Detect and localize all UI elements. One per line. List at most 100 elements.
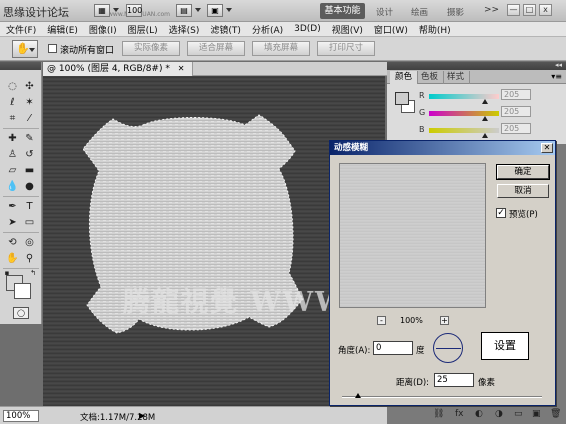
screen-mode-icon[interactable]: ▣ — [207, 4, 223, 17]
maximize-button[interactable]: □ — [523, 4, 536, 16]
quick-mask-icon[interactable]: ◯ — [13, 307, 29, 319]
zoom-level-field[interactable]: 100% — [3, 410, 39, 422]
tab-swatches[interactable]: 色板 — [416, 71, 445, 84]
dialog-title-bar[interactable]: 动感模糊 ✕ — [330, 141, 555, 155]
zoom-tool-icon[interactable]: ⚲ — [22, 252, 37, 265]
close-button[interactable]: x — [539, 4, 552, 16]
fill-screen-button[interactable]: 填充屏幕 — [252, 41, 310, 56]
eraser-tool-icon[interactable]: ▱ — [5, 164, 20, 177]
chevron-down-icon[interactable] — [195, 8, 201, 12]
distance-slider-thumb[interactable] — [355, 393, 361, 398]
panel-dock-header[interactable]: ◂◂ — [387, 61, 566, 70]
zoom-out-button[interactable]: - — [377, 316, 386, 325]
menu-window[interactable]: 窗口(W) — [374, 23, 408, 36]
close-icon[interactable]: ✕ — [178, 64, 185, 73]
channel-g-value[interactable]: 205 — [501, 106, 531, 117]
trash-icon[interactable]: 🗑 — [550, 409, 561, 419]
marquee-tool-icon[interactable]: ◌ — [5, 80, 20, 93]
panel-menu-icon[interactable]: ▾≡ — [551, 72, 562, 81]
channel-r-value[interactable]: 205 — [501, 89, 531, 100]
ok-button[interactable]: 确定 — [496, 164, 550, 180]
hand-tool-icon[interactable]: ✋ — [5, 252, 20, 265]
shape-tool-icon[interactable]: ▭ — [22, 216, 37, 229]
folder-icon[interactable]: ▭ — [514, 409, 523, 419]
menu-filter[interactable]: 滤镜(T) — [210, 23, 241, 36]
magic-wand-tool-icon[interactable]: ✶ — [22, 96, 37, 109]
zoom-level-icon[interactable]: 100 — [126, 4, 142, 17]
blur-tool-icon[interactable]: 💧 — [5, 180, 20, 193]
swap-colors-icon[interactable]: ↰ — [28, 267, 38, 280]
path-selection-tool-icon[interactable]: ➤ — [5, 216, 20, 229]
new-layer-icon[interactable]: ▣ — [532, 409, 541, 419]
preview-checkbox[interactable]: ✓ — [496, 208, 506, 218]
workspace-essentials-button[interactable]: 基本功能 — [320, 3, 365, 19]
workspace-painting-button[interactable]: 绘画 — [411, 6, 428, 18]
channel-g-thumb[interactable] — [482, 116, 488, 121]
cancel-button[interactable]: 取消 — [497, 184, 549, 198]
gradient-tool-icon[interactable]: ▬ — [22, 164, 37, 177]
3d-orbit-tool-icon[interactable]: ◎ — [22, 236, 37, 249]
mask-icon[interactable]: ◐ — [475, 409, 483, 419]
history-brush-tool-icon[interactable]: ↺ — [22, 148, 37, 161]
actual-pixels-button[interactable]: 实际像素 — [122, 41, 180, 56]
distance-input[interactable]: 25 — [434, 373, 474, 387]
link-icon[interactable]: ⛓ — [433, 409, 444, 419]
arrange-documents-icon[interactable]: ▤ — [176, 4, 192, 17]
tools-panel-header[interactable] — [0, 62, 41, 70]
menu-edit[interactable]: 编辑(E) — [47, 23, 78, 36]
workspace-more-button[interactable]: >> — [484, 5, 499, 15]
crop-tool-icon[interactable]: ⌗ — [5, 112, 20, 125]
menu-file[interactable]: 文件(F) — [6, 23, 36, 36]
print-size-button[interactable]: 打印尺寸 — [317, 41, 375, 56]
workspace-design-button[interactable]: 设计 — [376, 6, 393, 18]
menu-view[interactable]: 视图(V) — [332, 23, 363, 36]
channel-r-slider[interactable] — [429, 94, 499, 99]
menu-image[interactable]: 图像(I) — [89, 23, 117, 36]
fit-screen-button[interactable]: 适合屏幕 — [187, 41, 245, 56]
background-color-swatch[interactable] — [14, 283, 31, 299]
distance-slider[interactable] — [342, 393, 542, 398]
chevron-down-icon[interactable] — [226, 8, 232, 12]
type-tool-icon[interactable]: T — [22, 200, 37, 213]
double-arrow-icon[interactable]: ◂◂ — [555, 61, 562, 69]
eyedropper-tool-icon[interactable]: ⁄ — [22, 112, 37, 125]
tools-divider — [3, 232, 39, 233]
channel-b-thumb[interactable] — [482, 133, 488, 138]
zoom-in-button[interactable]: + — [440, 316, 449, 325]
menu-help[interactable]: 帮助(H) — [419, 23, 451, 36]
menu-analysis[interactable]: 分析(A) — [252, 23, 283, 36]
healing-brush-tool-icon[interactable]: ✚ — [5, 132, 20, 145]
minimize-button[interactable]: — — [507, 4, 520, 16]
3d-rotate-tool-icon[interactable]: ⟲ — [5, 236, 20, 249]
menu-3d[interactable]: 3D(D) — [294, 24, 321, 34]
fx-icon[interactable]: fx — [455, 409, 464, 419]
close-icon[interactable]: ✕ — [541, 143, 553, 153]
dodge-tool-icon[interactable]: ● — [22, 180, 37, 193]
scroll-all-windows-checkbox[interactable] — [48, 44, 57, 53]
channel-b-value[interactable]: 205 — [501, 123, 531, 134]
channel-b-slider[interactable] — [429, 128, 499, 133]
angle-dial[interactable] — [433, 333, 463, 363]
foreground-color-swatch[interactable] — [395, 92, 409, 105]
move-tool-icon[interactable]: ✣ — [22, 80, 37, 93]
document-tab[interactable]: @ 100% (图层 4, RGB/8#) * ✕ — [43, 62, 194, 76]
channel-g-slider[interactable] — [429, 111, 499, 116]
pen-tool-icon[interactable]: ✒ — [5, 200, 20, 213]
view-extras-icon[interactable]: ▦ — [94, 4, 110, 17]
menu-layer[interactable]: 图层(L) — [128, 23, 158, 36]
lasso-tool-icon[interactable]: ℓ — [5, 96, 20, 109]
channel-r-thumb[interactable] — [482, 99, 488, 104]
workspace-photography-button[interactable]: 摄影 — [447, 6, 464, 18]
adjustment-icon[interactable]: ◑ — [495, 409, 503, 419]
hand-tool-preset-button[interactable]: ✋ — [12, 40, 38, 58]
settings-annotation: 设置 — [481, 332, 529, 360]
menu-select[interactable]: 选择(S) — [169, 23, 200, 36]
brush-tool-icon[interactable]: ✎ — [22, 132, 37, 145]
tab-styles[interactable]: 样式 — [442, 71, 471, 84]
filter-preview[interactable] — [339, 163, 486, 308]
chevron-down-icon[interactable] — [113, 8, 119, 12]
chevron-right-icon[interactable]: ▶ — [139, 411, 145, 420]
angle-input[interactable]: 0 — [373, 341, 413, 355]
clone-stamp-tool-icon[interactable]: ♙ — [5, 148, 20, 161]
tab-color[interactable]: 颜色 — [390, 71, 419, 84]
